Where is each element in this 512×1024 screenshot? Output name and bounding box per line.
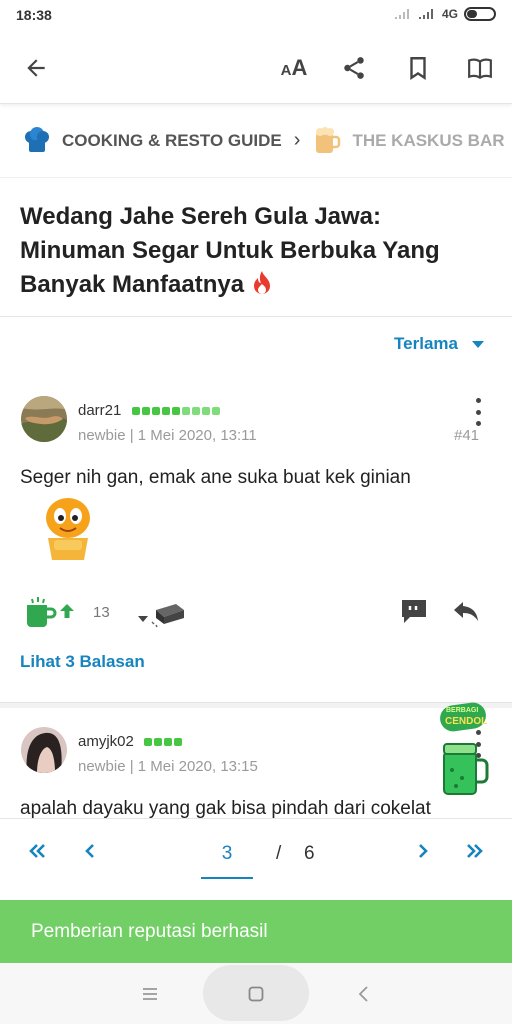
page-separator: / — [276, 843, 282, 864]
beer-mug-icon — [316, 126, 341, 153]
title-divider — [0, 316, 512, 317]
comment-icon[interactable] — [400, 597, 428, 625]
double-chevron-left-icon — [29, 844, 45, 858]
smiley-emoticon-icon — [46, 498, 90, 560]
post-username[interactable]: amyjk02 — [78, 733, 183, 750]
chevron-left-icon — [358, 985, 368, 1002]
bookmark-button[interactable] — [402, 52, 434, 84]
status-indicators: 4G — [394, 7, 496, 21]
system-nav-bar — [0, 963, 512, 1024]
avatar-image — [21, 396, 67, 442]
battery-icon — [464, 7, 496, 21]
recent-apps-button[interactable] — [130, 963, 170, 1024]
font-size-label: AA — [280, 55, 308, 80]
breadcrumb-label: THE KASKUS BAR — [352, 130, 505, 150]
post-text: Seger nih gan, emak ane suka buat kek gi… — [20, 467, 411, 488]
next-page-button[interactable] — [413, 841, 433, 867]
pagination-bar: 3 / 6 — [0, 818, 512, 898]
top-toolbar: AA — [0, 30, 512, 104]
cendol-cup-icon[interactable] — [24, 597, 58, 629]
chef-hat-icon — [25, 126, 49, 152]
total-pages: 6 — [304, 843, 315, 864]
cendol-badge-bottom: CENDOL — [445, 716, 488, 727]
reputation-bar — [144, 738, 183, 747]
chevron-right-icon — [419, 844, 428, 858]
breadcrumb: COOKING & RESTO GUIDE › THE KASKUS BAR — [0, 104, 512, 178]
breadcrumb-item-cooking[interactable]: COOKING & RESTO GUIDE — [22, 126, 282, 156]
avatar[interactable] — [21, 396, 67, 442]
status-time: 18:38 — [16, 7, 52, 23]
signal-icon — [394, 9, 409, 19]
system-back-button[interactable] — [344, 963, 384, 1024]
open-book-icon — [468, 58, 492, 80]
double-chevron-right-icon — [467, 844, 483, 858]
post-text: apalah dayaku yang gak bisa pindah dari … — [20, 798, 431, 818]
home-button[interactable] — [236, 963, 276, 1024]
post-text-clip: apalah dayaku yang gak bisa pindah dari … — [0, 796, 512, 818]
reply-icon[interactable] — [452, 598, 480, 624]
square-icon — [248, 986, 264, 1001]
thread-title-text: Wedang Jahe Sereh Gula Jawa: Minuman Seg… — [20, 203, 440, 298]
post-meta: newbie | 1 Mei 2020, 13:11 — [78, 427, 257, 444]
avatar[interactable] — [21, 727, 67, 773]
berbagi-cendol-button[interactable]: BERBAGI CENDOL — [436, 702, 492, 800]
view-replies-link[interactable]: Lihat 3 Balasan — [20, 652, 145, 672]
upvote-arrow-icon[interactable] — [58, 602, 76, 620]
post-username[interactable]: darr21 — [78, 402, 220, 419]
cendol-badge-top: BERBAGI — [446, 707, 479, 714]
chevron-left-icon — [85, 844, 94, 858]
status-bar: 18:38 4G — [0, 0, 512, 30]
network-type: 4G — [441, 7, 458, 21]
caret-down-icon — [472, 340, 484, 348]
previous-page-button[interactable] — [80, 841, 100, 867]
reputation-bar — [131, 407, 220, 416]
username-text: darr21 — [78, 402, 122, 419]
thread-title: Wedang Jahe Sereh Gula Jawa: Minuman Seg… — [20, 200, 490, 302]
bookmark-icon — [410, 57, 426, 80]
back-button[interactable] — [20, 52, 52, 84]
menu-icon — [143, 987, 157, 1000]
reader-mode-button[interactable] — [464, 52, 496, 84]
snackbar-toast: Pemberian reputasi berhasil — [0, 900, 512, 963]
last-page-button[interactable] — [465, 841, 485, 867]
sort-label: Terlama — [394, 334, 458, 353]
font-size-button[interactable]: AA — [276, 52, 312, 84]
username-text: amyjk02 — [78, 733, 134, 750]
breadcrumb-item-kaskus-bar[interactable]: THE KASKUS BAR — [312, 126, 505, 156]
post-meta: newbie | 1 Mei 2020, 13:15 — [78, 758, 258, 775]
toast-message: Pemberian reputasi berhasil — [31, 920, 268, 942]
signal-icon — [418, 9, 433, 19]
arrow-left-icon — [27, 59, 45, 77]
downvote-bata-icon[interactable] — [134, 600, 188, 628]
share-button[interactable] — [338, 52, 370, 84]
current-page-input[interactable]: 3 — [201, 843, 253, 879]
fire-icon — [253, 271, 270, 294]
chevron-right-icon: › — [293, 129, 301, 151]
avatar-image — [21, 727, 67, 773]
share-icon — [344, 57, 364, 79]
cendol-count: 13 — [93, 604, 110, 621]
breadcrumb-label: COOKING & RESTO GUIDE — [62, 130, 282, 150]
sort-dropdown[interactable]: Terlama — [394, 334, 484, 354]
post-number[interactable]: #41 — [454, 427, 479, 444]
first-page-button[interactable] — [27, 841, 47, 867]
post-menu-button[interactable] — [468, 398, 488, 426]
